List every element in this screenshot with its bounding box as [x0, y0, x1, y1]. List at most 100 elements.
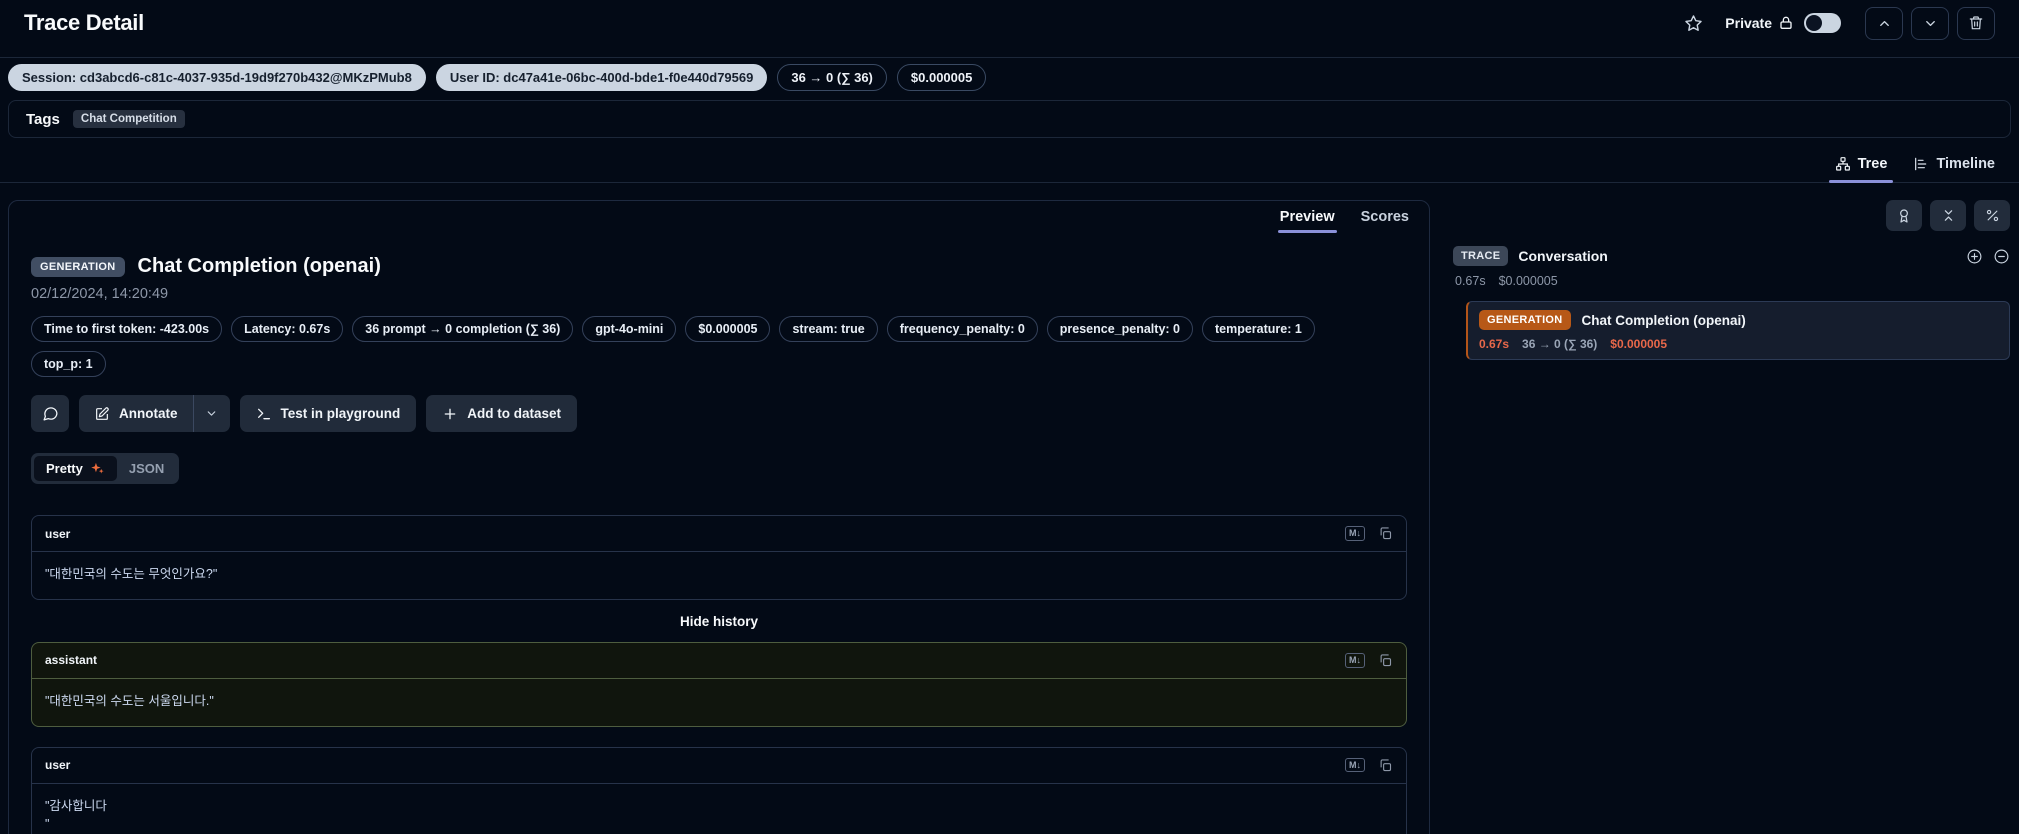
trace-cost: $0.000005 — [1498, 274, 1558, 288]
dataset-label: Add to dataset — [467, 406, 562, 421]
comment-button[interactable] — [31, 395, 69, 432]
message-card-user-1: user M↓ "대한민국의 수도는 무엇인가요?" — [31, 515, 1407, 600]
terminal-icon — [257, 408, 270, 419]
copy-icon[interactable] — [1378, 526, 1393, 541]
param-badge-frequency-penalty: frequency_penalty: 0 — [886, 316, 1038, 342]
public-toggle[interactable] — [1804, 13, 1841, 33]
tab-tree[interactable]: Tree — [1825, 145, 1898, 183]
generation-type-badge: GENERATION — [1479, 310, 1571, 330]
message-role: assistant — [45, 653, 98, 668]
message-tools: M↓ — [1345, 757, 1393, 773]
page-header: Trace Detail Private — [0, 0, 2019, 46]
plus-circle-icon[interactable] — [1966, 248, 1983, 265]
view-tabs: Tree Timeline — [0, 145, 2019, 183]
param-badge-presence-penalty: presence_penalty: 0 — [1046, 316, 1193, 342]
trace-title: Conversation — [1518, 248, 1608, 264]
tree-icon — [1835, 156, 1850, 171]
message-card-user-2: user M↓ "감사합니다 " — [31, 746, 1407, 834]
observation-header: GENERATION Chat Completion (openai) 02/1… — [9, 233, 1429, 302]
chevron-up-icon — [1879, 20, 1889, 26]
copy-icon[interactable] — [1378, 653, 1393, 668]
toggle-knob — [1806, 15, 1822, 31]
generation-node-selected[interactable]: GENERATION Chat Completion (openai) 0.67… — [1466, 301, 2010, 360]
tab-timeline[interactable]: Timeline — [1903, 145, 2005, 182]
sparkles-icon — [91, 462, 104, 474]
chevron-down-icon — [1925, 20, 1935, 26]
session-badge[interactable]: Session: cd3abcd6-c81c-4037-935d-19d9f27… — [8, 64, 426, 91]
annotate-dropdown-button[interactable] — [194, 395, 230, 432]
message-role: user — [45, 526, 71, 541]
minus-circle-icon[interactable] — [1993, 248, 2010, 265]
markdown-toggle-icon[interactable]: M↓ — [1345, 652, 1365, 668]
bookmark-star-icon[interactable] — [1684, 14, 1703, 33]
add-to-dataset-button[interactable]: Add to dataset — [426, 395, 578, 432]
collapse-all-button[interactable] — [1930, 200, 1966, 231]
generation-tokens: 36 → 0 (∑ 36) — [1522, 337, 1598, 351]
param-badge-stream: stream: true — [779, 316, 878, 342]
param-badge-top-p: top_p: 1 — [31, 351, 106, 377]
param-badge-ttft: Time to first token: -423.00s — [31, 316, 223, 342]
hide-history-button[interactable]: Hide history — [31, 614, 1407, 629]
annotate-button[interactable]: Annotate — [79, 395, 193, 432]
observation-panel: Preview Scores GENERATION Chat Completio… — [8, 200, 1430, 834]
fold-vertical-icon — [1944, 210, 1952, 221]
copy-icon[interactable] — [1378, 758, 1393, 773]
tag-chip[interactable]: Chat Competition — [72, 110, 185, 128]
user-id-badge[interactable]: User ID: dc47a41e-06bc-400d-bde1-f0e440d… — [435, 64, 768, 91]
observation-type-badge: GENERATION — [31, 256, 125, 277]
playground-label: Test in playground — [280, 406, 401, 421]
message-header: user M↓ — [32, 516, 1406, 552]
page-title: Trace Detail — [24, 10, 144, 35]
observation-param-badges: Time to first token: -423.00s Latency: 0… — [9, 302, 1399, 377]
observation-title: Chat Completion (openai) — [137, 255, 381, 277]
param-badge-cost: $0.000005 — [685, 316, 771, 342]
scores-toggle-button[interactable] — [1886, 200, 1922, 231]
timeline-icon — [1915, 157, 1927, 170]
param-badge-latency: Latency: 0.67s — [231, 316, 344, 342]
message-content: "감사합니다 " — [45, 798, 107, 832]
message-list: user M↓ "대한민국의 수도는 무엇인가요?" Hide history … — [31, 515, 1407, 834]
privacy-control: Private — [1725, 15, 1794, 31]
tags-bar: Tags Chat Competition — [8, 100, 2011, 138]
tags-label: Tags — [26, 110, 60, 128]
tab-timeline-label: Timeline — [1936, 155, 1995, 172]
tab-tree-label: Tree — [1857, 155, 1888, 172]
markdown-toggle-icon[interactable]: M↓ — [1345, 526, 1365, 541]
next-trace-button[interactable] — [1911, 6, 1949, 40]
header-actions: Private — [1684, 6, 1995, 40]
pretty-label: Pretty — [46, 461, 83, 476]
total-cost-badge: $0.000005 — [896, 64, 987, 91]
trace-latency: 0.67s — [1455, 274, 1486, 288]
trace-meta-row: Session: cd3abcd6-c81c-4037-935d-19d9f27… — [8, 64, 987, 91]
format-toggle: Pretty JSON — [31, 453, 180, 484]
format-pretty-button[interactable]: Pretty — [34, 456, 117, 481]
header-divider — [0, 57, 2019, 58]
param-badge-temperature: temperature: 1 — [1201, 316, 1315, 342]
tab-scores[interactable]: Scores — [1361, 209, 1409, 233]
observation-actions: Annotate Test in playground Add to datas… — [9, 377, 1429, 432]
award-icon — [1900, 208, 1908, 223]
generation-metrics: 0.67s 36 → 0 (∑ 36) $0.000005 — [1479, 337, 1998, 351]
markdown-toggle-icon[interactable]: M↓ — [1345, 757, 1365, 773]
tab-preview[interactable]: Preview — [1277, 209, 1337, 233]
test-in-playground-button[interactable]: Test in playground — [239, 395, 417, 432]
plus-icon — [444, 408, 456, 419]
message-role: user — [45, 758, 71, 772]
trace-expand-controls — [1966, 248, 2010, 265]
percent-icon — [1986, 209, 1998, 222]
trace-node[interactable]: TRACE Conversation — [1453, 246, 2010, 266]
generation-cost: $0.000005 — [1610, 337, 1668, 351]
generation-title: Chat Completion (openai) — [1581, 312, 1746, 328]
lock-icon — [1780, 16, 1792, 29]
format-json-button[interactable]: JSON — [117, 456, 176, 481]
metrics-toggle-button[interactable] — [1974, 200, 2010, 231]
previous-trace-button[interactable] — [1865, 6, 1903, 40]
generation-latency: 0.67s — [1479, 337, 1510, 351]
comment-bubble-icon — [42, 407, 58, 421]
message-card-assistant: assistant M↓ "대한민국의 수도는 서울입니다." — [31, 641, 1407, 727]
delete-trace-button[interactable] — [1957, 6, 1995, 40]
token-usage-badge: 36 → 0 (∑ 36) — [777, 64, 887, 91]
message-content: "대한민국의 수도는 서울입니다." — [45, 693, 214, 708]
panel-tabs: Preview Scores — [9, 201, 1429, 233]
observation-timestamp: 02/12/2024, 14:20:49 — [31, 286, 169, 302]
